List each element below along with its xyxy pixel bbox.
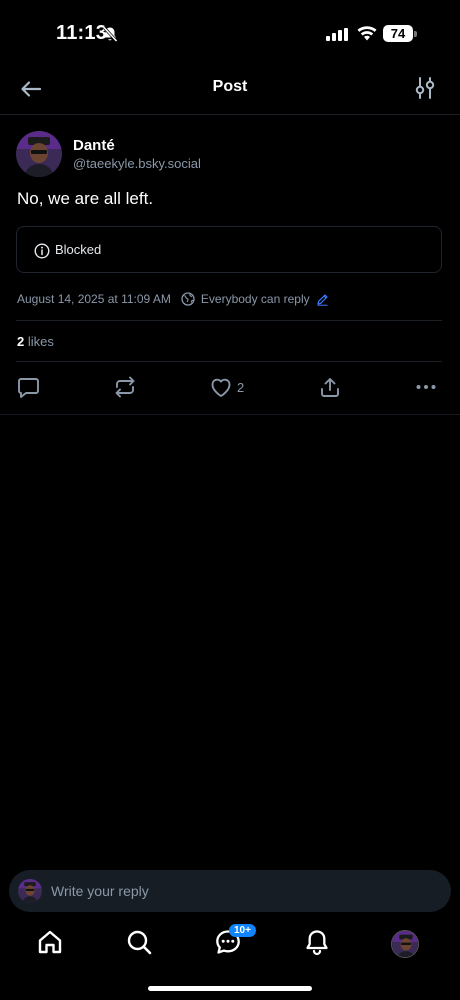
likes-count: 2 [17, 334, 25, 349]
share-icon[interactable] [319, 376, 341, 398]
status-bar: 11:13 74 [0, 0, 460, 70]
repost-icon[interactable] [113, 376, 137, 398]
like-count: 2 [237, 380, 245, 395]
wifi-icon [357, 26, 377, 41]
divider [16, 361, 442, 362]
battery-tip [414, 31, 417, 37]
home-indicator[interactable] [148, 986, 312, 991]
heart-icon[interactable] [209, 376, 233, 398]
more-options-icon[interactable] [415, 376, 437, 398]
post-actions: 2 [0, 372, 460, 402]
cellular-signal-icon [326, 28, 348, 41]
divider [16, 320, 442, 321]
reply-composer[interactable]: Write your reply [9, 870, 451, 912]
avatar [18, 879, 42, 903]
silent-bell-icon [101, 25, 119, 43]
post-timestamp: August 14, 2025 at 11:09 AM [17, 292, 171, 306]
status-time: 11:13 [56, 22, 108, 44]
battery-level: 74 [383, 25, 413, 42]
page-title: Post [212, 78, 248, 95]
post-text: No, we are all left. [17, 189, 154, 208]
messages-badge: 10+ [229, 924, 256, 937]
bell-icon[interactable] [303, 928, 331, 956]
profile-avatar-tab[interactable] [391, 930, 419, 958]
reply-setting[interactable]: Everybody can reply [201, 292, 310, 306]
avatar[interactable] [16, 131, 62, 177]
sliders-icon[interactable] [414, 76, 436, 100]
blocked-embed: Blocked [16, 226, 442, 273]
pencil-icon[interactable] [316, 293, 329, 306]
search-icon[interactable] [125, 928, 153, 956]
blocked-label: Blocked [55, 242, 102, 257]
reply-placeholder: Write your reply [51, 883, 149, 899]
post-meta: August 14, 2025 at 11:09 AM Everybody ca… [17, 292, 329, 306]
info-icon [34, 243, 50, 259]
post-header: Post [0, 64, 460, 115]
divider [0, 414, 460, 415]
author-handle[interactable]: @taeekyle.bsky.social [73, 156, 201, 171]
likes-summary[interactable]: 2 likes [17, 334, 54, 349]
home-icon[interactable] [36, 928, 64, 956]
globe-icon [181, 292, 195, 306]
likes-label: likes [27, 334, 54, 349]
author-name[interactable]: Danté [73, 137, 115, 154]
bottom-tab-bar: 10+ [0, 920, 460, 970]
reply-icon[interactable] [17, 376, 40, 398]
